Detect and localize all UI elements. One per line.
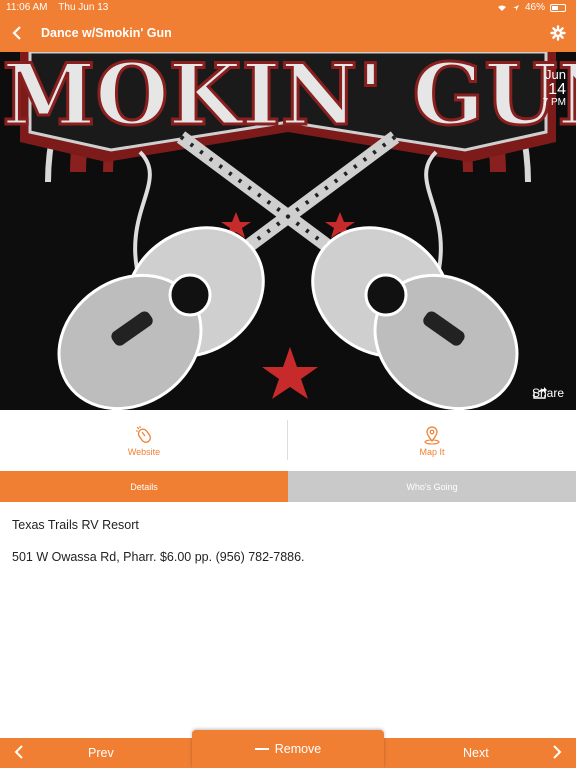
- next-button[interactable]: Next: [385, 738, 576, 768]
- prev-label: Prev: [88, 746, 114, 760]
- map-it-button[interactable]: Map It: [288, 410, 576, 471]
- gear-icon: [550, 25, 566, 41]
- next-label: Next: [463, 746, 489, 760]
- location-icon: [512, 4, 519, 11]
- wifi-icon: [497, 4, 506, 11]
- action-bar: Website Map It: [0, 410, 576, 471]
- event-date: Jun 14 7 PM: [543, 68, 566, 109]
- map-pin-icon: [424, 425, 440, 445]
- event-month: Jun: [545, 67, 566, 82]
- mouse-icon: [136, 425, 151, 443]
- prev-button[interactable]: Prev: [0, 738, 191, 768]
- event-poster: SMOKIN' GUN Jun 14 7 PM Share: [0, 52, 576, 410]
- share-icon: [533, 387, 547, 399]
- status-bar: 11:06 AM Thu Jun 13 46%: [0, 0, 576, 15]
- remove-button[interactable]: Remove: [192, 730, 384, 768]
- remove-label: Remove: [274, 742, 322, 756]
- tab-details[interactable]: Details: [0, 471, 288, 502]
- website-button[interactable]: Website: [0, 410, 288, 471]
- share-button[interactable]: Share: [532, 386, 564, 400]
- status-date: Thu Jun 13: [58, 2, 109, 13]
- poster-artwork: SMOKIN' GUN: [0, 52, 576, 410]
- minus-icon: [254, 748, 269, 750]
- chevron-right-icon: [553, 745, 562, 759]
- event-time: 7 PM: [542, 97, 566, 109]
- details-section: Texas Trails RV Resort 501 W Owassa Rd, …: [12, 518, 564, 582]
- chevron-left-icon: [14, 745, 23, 759]
- map-it-label: Map It: [419, 446, 445, 457]
- tab-whos-going[interactable]: Who's Going: [288, 471, 576, 502]
- chevron-left-icon: [12, 26, 21, 40]
- website-label: Website: [127, 446, 161, 457]
- venue-name: Texas Trails RV Resort: [12, 518, 139, 532]
- nav-bar: Dance w/Smokin' Gun: [0, 15, 576, 52]
- event-day: 14: [548, 80, 566, 98]
- settings-button[interactable]: [548, 23, 568, 43]
- battery-icon: [550, 3, 566, 12]
- tab-bar: Details Who's Going: [0, 471, 576, 502]
- event-info: 501 W Owassa Rd, Pharr. $6.00 pp. (956) …: [12, 550, 305, 564]
- page-title: Dance w/Smokin' Gun: [41, 26, 172, 40]
- battery-percent: 46%: [524, 2, 545, 13]
- back-button[interactable]: [6, 21, 28, 45]
- poster-title: SMOKIN' GUN: [0, 52, 576, 144]
- status-time: 11:06 AM: [6, 2, 48, 13]
